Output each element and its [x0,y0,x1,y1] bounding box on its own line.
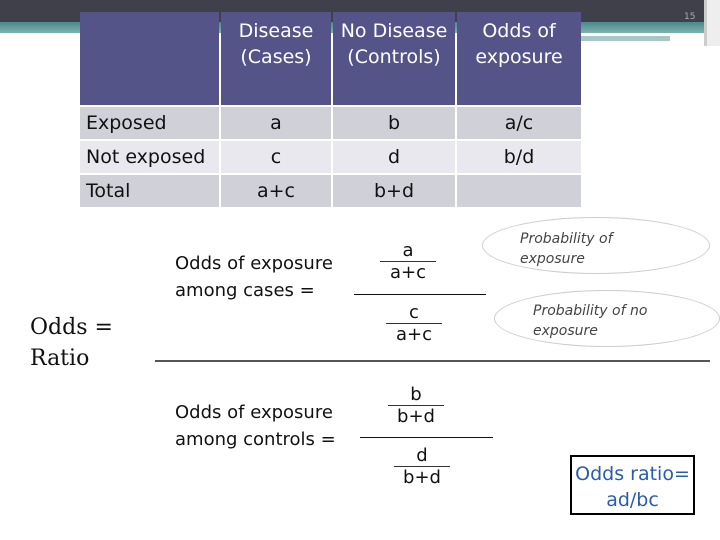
fraction-bar [354,294,486,295]
numerator: a [380,240,436,262]
controls-numerator: b b+d [388,384,444,427]
main-fraction-bar [155,360,710,362]
page-number: 15 [684,12,696,22]
cases-denominator: c a+c [386,302,442,345]
table-row: Not exposed c d b/d [80,141,581,173]
callout-text: Probability of no exposure [533,303,648,339]
numerator: c [386,302,442,324]
fraction-bar [360,437,493,438]
slide-edge [704,0,720,46]
cell: b/d [457,141,581,173]
cell: a [221,107,331,139]
controls-label: Odds of exposure among controls = [175,402,336,450]
cell: a+c [221,175,331,207]
cell: b [333,107,455,139]
header-cell: Disease (Cases) [221,12,331,105]
row-label: Total [80,175,219,207]
cases-numerator: a a+c [380,240,436,283]
numerator: d [394,445,450,467]
cell [457,175,581,207]
denominator: b+d [397,406,435,427]
header-cell: Odds of exposure [457,12,581,105]
table-row: Total a+c b+d [80,175,581,207]
controls-denominator: d b+d [394,445,450,488]
odds-ratio-label: Odds = Ratio [30,315,113,371]
cell: a/c [457,107,581,139]
cell: c [221,141,331,173]
denominator: a+c [395,324,432,345]
contingency-table: Disease (Cases) No Disease (Controls) Od… [78,10,583,209]
odds-ratio-result: Odds ratio= ad/bc [570,455,695,515]
callout-text: Probability of exposure [520,231,613,267]
cases-label: Odds of exposure among cases = [175,253,333,301]
numerator: b [388,384,444,406]
header-cell: No Disease (Controls) [333,12,455,105]
table-row: Exposed a b a/c [80,107,581,139]
cell: b+d [333,175,455,207]
header-cell [80,12,219,105]
row-label: Not exposed [80,141,219,173]
row-label: Exposed [80,107,219,139]
accent-band-small [580,36,670,41]
denominator: b+d [403,467,441,488]
denominator: a+c [389,262,426,283]
cell: d [333,141,455,173]
